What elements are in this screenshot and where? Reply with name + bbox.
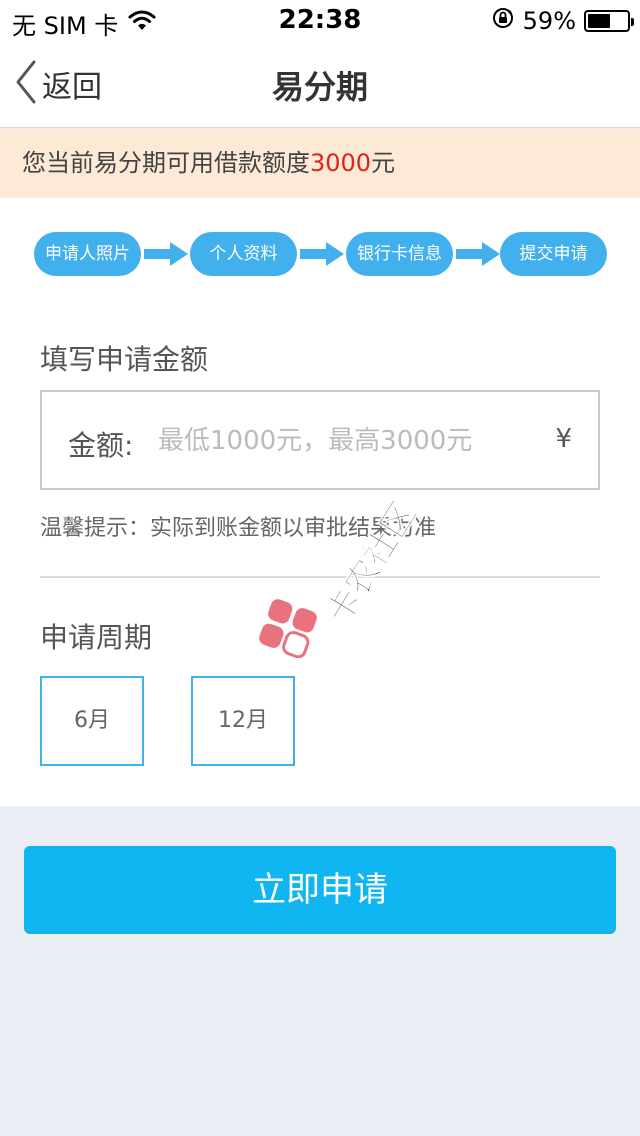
status-bar: 无 SIM 卡 22:38 59% — [0, 0, 640, 40]
step-applicant-photo: 申请人照片 — [34, 232, 141, 276]
application-form: 申请人照片 个人资料 银行卡信息 提交申请 填写申请金额 金额: ¥ 温馨提示：… — [0, 198, 640, 806]
tip-text: 温馨提示：实际到账金额以审批结果为准 — [40, 516, 437, 541]
chevron-left-icon — [14, 60, 38, 108]
battery-fill — [588, 14, 611, 28]
arrow-right-icon — [300, 242, 344, 266]
carrier-info: 无 SIM 卡 — [12, 6, 156, 41]
banner-amount: 3000 — [310, 149, 372, 177]
period-option-6-months[interactable]: 6月 — [40, 676, 144, 766]
step-bank-card-info: 银行卡信息 — [346, 232, 453, 276]
wifi-icon — [128, 10, 156, 38]
rotation-lock-icon — [491, 6, 515, 36]
back-label: 返回 — [42, 70, 102, 105]
battery-percent: 59% — [522, 7, 576, 35]
amount-field-label: 金额: — [68, 429, 134, 462]
battery-icon — [584, 10, 634, 32]
carrier-label: 无 SIM 卡 — [12, 12, 119, 40]
currency-symbol: ¥ — [555, 424, 572, 454]
period-option-12-months[interactable]: 12月 — [191, 676, 295, 766]
banner-text: 您当前易分期可用借款额度 — [22, 149, 310, 177]
amount-section-label: 填写申请金额 — [40, 343, 209, 376]
step-personal-info: 个人资料 — [190, 232, 297, 276]
amount-field: 金额: ¥ — [40, 390, 600, 490]
arrow-right-icon — [144, 242, 188, 266]
screen: 无 SIM 卡 22:38 59% 返回 易分期 您当前易分期可用借款额度300… — [0, 0, 640, 1136]
progress-steps: 申请人照片 个人资料 银行卡信息 提交申请 — [34, 232, 610, 276]
divider — [40, 576, 600, 578]
apply-now-button[interactable]: 立即申请 — [24, 846, 616, 934]
arrow-right-icon — [456, 242, 500, 266]
back-button[interactable]: 返回 — [14, 60, 102, 108]
period-section-label: 申请周期 — [40, 621, 153, 654]
nav-bar: 返回 易分期 — [0, 40, 640, 128]
status-right: 59% — [491, 6, 634, 36]
credit-limit-banner: 您当前易分期可用借款额度3000元 — [0, 129, 640, 198]
banner-unit: 元 — [371, 149, 396, 177]
amount-input[interactable] — [158, 416, 528, 466]
step-submit-application: 提交申请 — [500, 232, 607, 276]
